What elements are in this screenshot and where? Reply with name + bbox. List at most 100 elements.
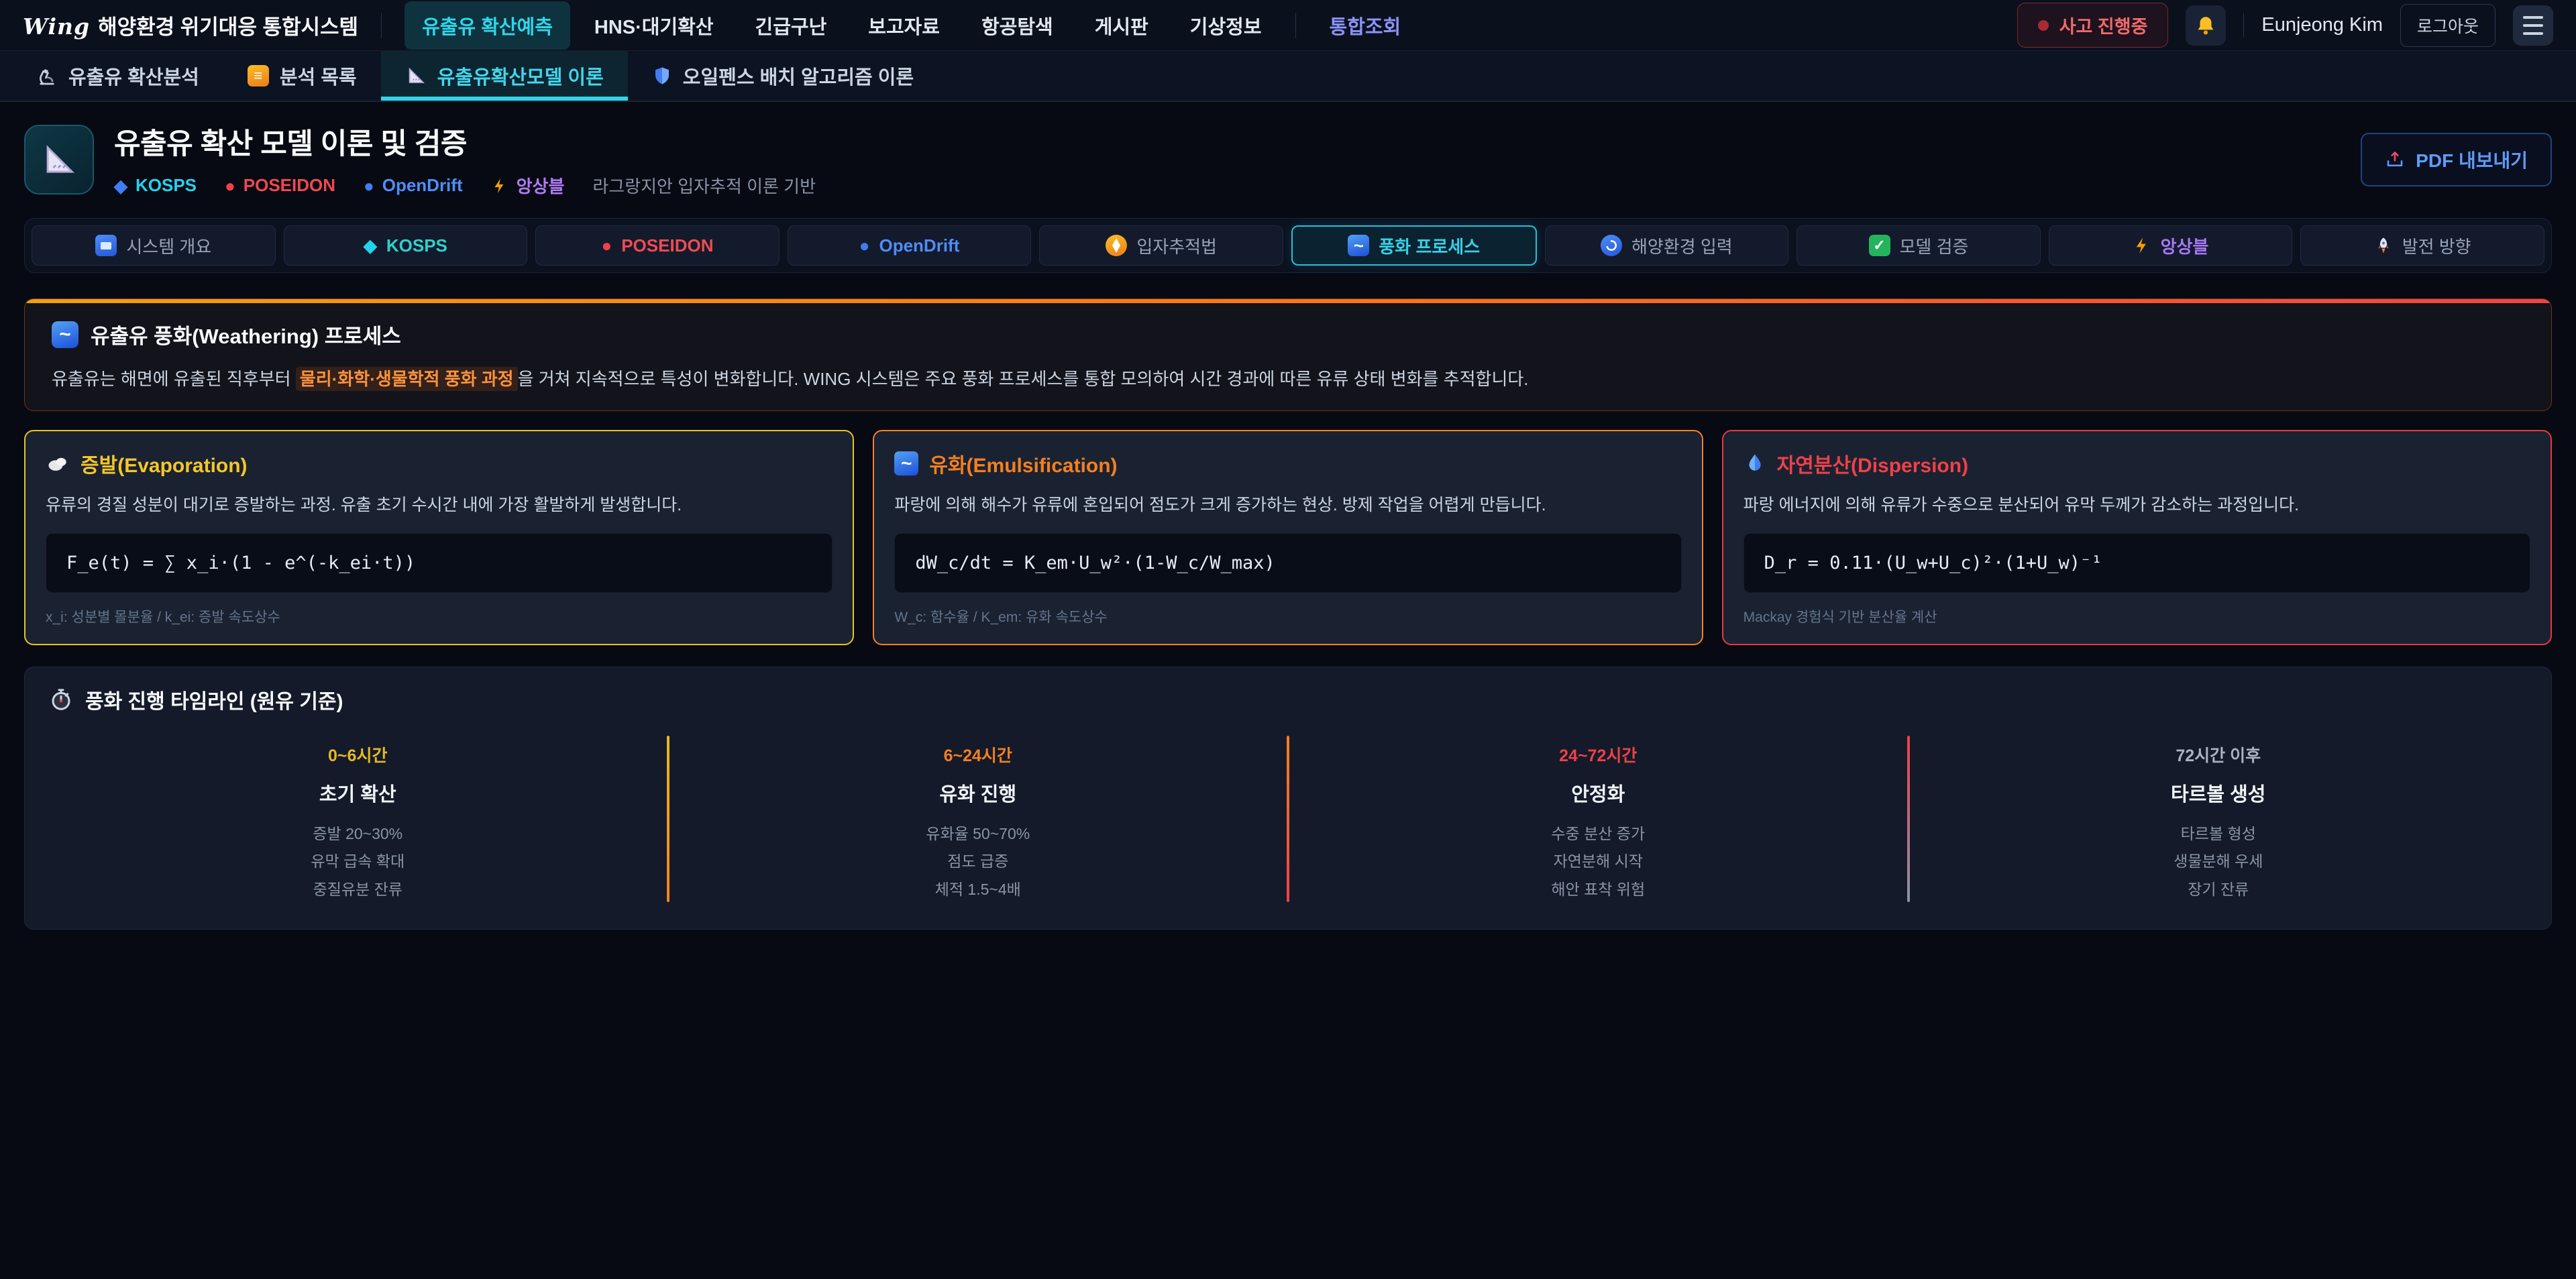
card-emulsification: ~ 유화(Emulsification) 파랑에 의해 해수가 유류에 혼입되어…: [873, 430, 1703, 645]
menu-item-board[interactable]: 게시판: [1077, 1, 1166, 50]
divider: [2243, 13, 2244, 38]
weathering-process-cards: 증발(Evaporation) 유류의 경질 성분이 대기로 증발하는 과정. …: [24, 430, 2552, 645]
menu-item-weather-info[interactable]: 기상정보: [1173, 1, 1279, 50]
section-pill-system-overview[interactable]: 시스템 개요: [32, 225, 276, 266]
phase-time: 72시간 이후: [1917, 742, 2521, 767]
phase-name: 초기 확산: [56, 779, 660, 807]
notifications-button[interactable]: [2186, 5, 2226, 46]
pdf-export-button[interactable]: PDF 내보내기: [2361, 133, 2552, 186]
weathering-section-title: ~ 유출유 풍화(Weathering) 프로세스: [52, 319, 2524, 349]
pdf-export-label: PDF 내보내기: [2416, 146, 2528, 173]
page-title: 유출유 확산 모델 이론 및 검증: [114, 121, 816, 162]
card-title: 증발(Evaporation): [46, 449, 833, 478]
menu-item-emergency-rescue[interactable]: 긴급구난: [738, 1, 845, 50]
card-title: 자연분산(Dispersion): [1743, 449, 2530, 478]
tab-diffusion-model-theory[interactable]: 유출유확산모델 이론: [381, 51, 628, 101]
card-description: 파랑에 의해 해수가 유류에 혼입되어 점도가 크게 증가하는 현상. 방제 작…: [894, 492, 1681, 516]
card-dispersion: 자연분산(Dispersion) 파랑 에너지에 의해 유류가 수중으로 분산되…: [1722, 430, 2552, 645]
navbar-right: 사고 진행중 Eunjeong Kim 로그아웃: [2017, 3, 2553, 48]
blue-circle-icon: ●: [859, 237, 870, 254]
weathering-section: ~ 유출유 풍화(Weathering) 프로세스 유출유는 해면에 유출된 직…: [24, 298, 2552, 411]
phase-name: 안정화: [1296, 779, 1900, 807]
menu-item-reports[interactable]: 보고자료: [851, 1, 957, 50]
app-logo: Wing 해양환경 위기대응 통합시스템: [23, 10, 358, 40]
hamburger-menu-button[interactable]: [2513, 5, 2553, 46]
tab-label: 유출유확산모델 이론: [437, 62, 604, 90]
formula-note: W_c: 함수율 / K_em: 유화 속도상수: [894, 606, 1681, 626]
divider: [381, 13, 382, 38]
page-header-text: 유출유 확산 모델 이론 및 검증 ◆ KOSPS ● POSEIDON ● O…: [114, 121, 816, 198]
section-pill-particle-tracking[interactable]: 입자추적법: [1039, 225, 1283, 266]
wave-icon: ~: [1348, 235, 1369, 256]
incident-status-label: 사고 진행중: [2059, 12, 2148, 38]
red-circle-icon: ●: [602, 237, 612, 254]
section-pill-poseidon[interactable]: ● POSEIDON: [535, 225, 780, 266]
clipboard-icon: ≡: [248, 65, 269, 87]
lightning-icon: [2133, 236, 2151, 255]
formula-evaporation: F_e(t) = ∑ x_i·(1 - e^(-k_ei·t)): [46, 533, 833, 593]
page-header: 유출유 확산 모델 이론 및 검증 ◆ KOSPS ● POSEIDON ● O…: [24, 121, 2552, 198]
tab-analysis-list[interactable]: ≡ 분석 목록: [223, 51, 381, 101]
diamond-icon: ◆: [364, 237, 377, 254]
formula-note: x_i: 성분별 몰분율 / k_ei: 증발 속도상수: [46, 606, 833, 626]
divider: [1295, 13, 1296, 38]
shield-icon: [652, 66, 672, 86]
puff-icon: [46, 451, 70, 476]
phase-time: 6~24시간: [676, 742, 1281, 767]
timeline-phase-tarball: 72시간 이후 타르볼 생성 타르볼 형성 생물분해 우세 장기 잔류: [1910, 732, 2528, 906]
formula-note: Mackay 경험식 기반 분산율 계산: [1743, 606, 2530, 626]
diamond-icon: ◆: [114, 177, 127, 194]
highlighted-phrase: 물리·화학·생물학적 풍화 과정: [296, 367, 518, 391]
menu-item-oil-spill-prediction[interactable]: 유출유 확산예측: [405, 1, 570, 50]
tab-spill-diffusion-analysis[interactable]: 유출유 확산분석: [12, 51, 223, 101]
wave-icon: ~: [894, 451, 918, 476]
rocket-icon: [2374, 236, 2393, 255]
bell-icon: [2194, 14, 2217, 37]
section-pill-model-validation[interactable]: ✓ 모델 검증: [1796, 225, 2041, 266]
badge-ensemble: 앙상블: [491, 173, 565, 198]
section-nav: 시스템 개요 ◆ KOSPS ● POSEIDON ● OpenDrift 입자…: [24, 218, 2552, 273]
tab-oil-fence-algorithm-theory[interactable]: 오일펜스 배치 알고리즘 이론: [628, 51, 938, 101]
sub-tabbar: 유출유 확산분석 ≡ 분석 목록 유출유확산모델 이론 오일펜스 배치 알고리즘…: [0, 51, 2576, 102]
red-circle-icon: ●: [225, 177, 235, 194]
section-pill-marine-env-input[interactable]: 해양환경 입력: [1545, 225, 1789, 266]
wave-icon: ~: [52, 321, 78, 348]
stopwatch-icon: [49, 687, 73, 712]
timeline-columns: 0~6시간 초기 확산 증발 20~30% 유막 급속 확대 중질유분 잔류 6…: [49, 732, 2527, 906]
main-menu: 유출유 확산예측 HNS·대기확산 긴급구난 보고자료 항공탐색 게시판 기상정…: [405, 1, 1418, 50]
compass-icon: [1106, 235, 1127, 256]
phase-time: 24~72시간: [1296, 742, 1900, 767]
status-dot-icon: [2038, 20, 2049, 31]
menu-item-hns-diffusion[interactable]: HNS·대기확산: [577, 1, 731, 50]
phase-items: 타르볼 형성 생물분해 우세 장기 잔류: [1917, 820, 2521, 903]
section-pill-kosps[interactable]: ◆ KOSPS: [284, 225, 528, 266]
app-title: 해양환경 위기대응 통합시스템: [98, 10, 358, 40]
microscope-icon: [36, 65, 58, 87]
badge-poseidon: ● POSEIDON: [225, 175, 335, 196]
tab-label: 오일펜스 배치 알고리즘 이론: [683, 62, 914, 90]
timeline-phase-initial-spread: 0~6시간 초기 확산 증발 20~30% 유막 급속 확대 중질유분 잔류: [49, 732, 667, 906]
menu-item-integrated-search[interactable]: 통합조회: [1312, 1, 1419, 50]
cyclone-icon: [1601, 235, 1622, 256]
card-evaporation: 증발(Evaporation) 유류의 경질 성분이 대기로 증발하는 과정. …: [24, 430, 854, 645]
tab-label: 유출유 확산분석: [68, 62, 199, 90]
badge-opendrift: ● OpenDrift: [364, 175, 463, 196]
section-pill-opendrift[interactable]: ● OpenDrift: [788, 225, 1032, 266]
incident-status-badge[interactable]: 사고 진행중: [2017, 3, 2169, 48]
phase-name: 타르볼 생성: [1917, 779, 2521, 807]
brand-wordmark: Wing: [23, 13, 90, 40]
menu-item-aerial-search[interactable]: 항공탐색: [964, 1, 1071, 50]
badge-kosps: ◆ KOSPS: [114, 175, 197, 196]
section-pill-ensemble[interactable]: 앙상블: [2049, 225, 2293, 266]
phase-time: 0~6시간: [56, 742, 660, 767]
phase-items: 유화율 50~70% 점도 급증 체적 1.5~4배: [676, 820, 1281, 903]
logout-button[interactable]: 로그아웃: [2400, 4, 2496, 47]
model-badges: ◆ KOSPS ● POSEIDON ● OpenDrift 앙상블 라그랑지안…: [114, 173, 816, 198]
tab-label: 분석 목록: [280, 62, 357, 90]
blue-circle-icon: ●: [364, 177, 374, 194]
formula-dispersion: D_r = 0.11·(U_w+U_c)²·(1+U_w)⁻¹: [1743, 533, 2530, 593]
section-pill-weathering-process[interactable]: ~ 풍화 프로세스: [1291, 225, 1537, 266]
top-navbar: Wing 해양환경 위기대응 통합시스템 유출유 확산예측 HNS·대기확산 긴…: [0, 0, 2576, 51]
phase-name: 유화 진행: [676, 779, 1281, 807]
section-pill-future-direction[interactable]: 발전 방향: [2300, 225, 2544, 266]
